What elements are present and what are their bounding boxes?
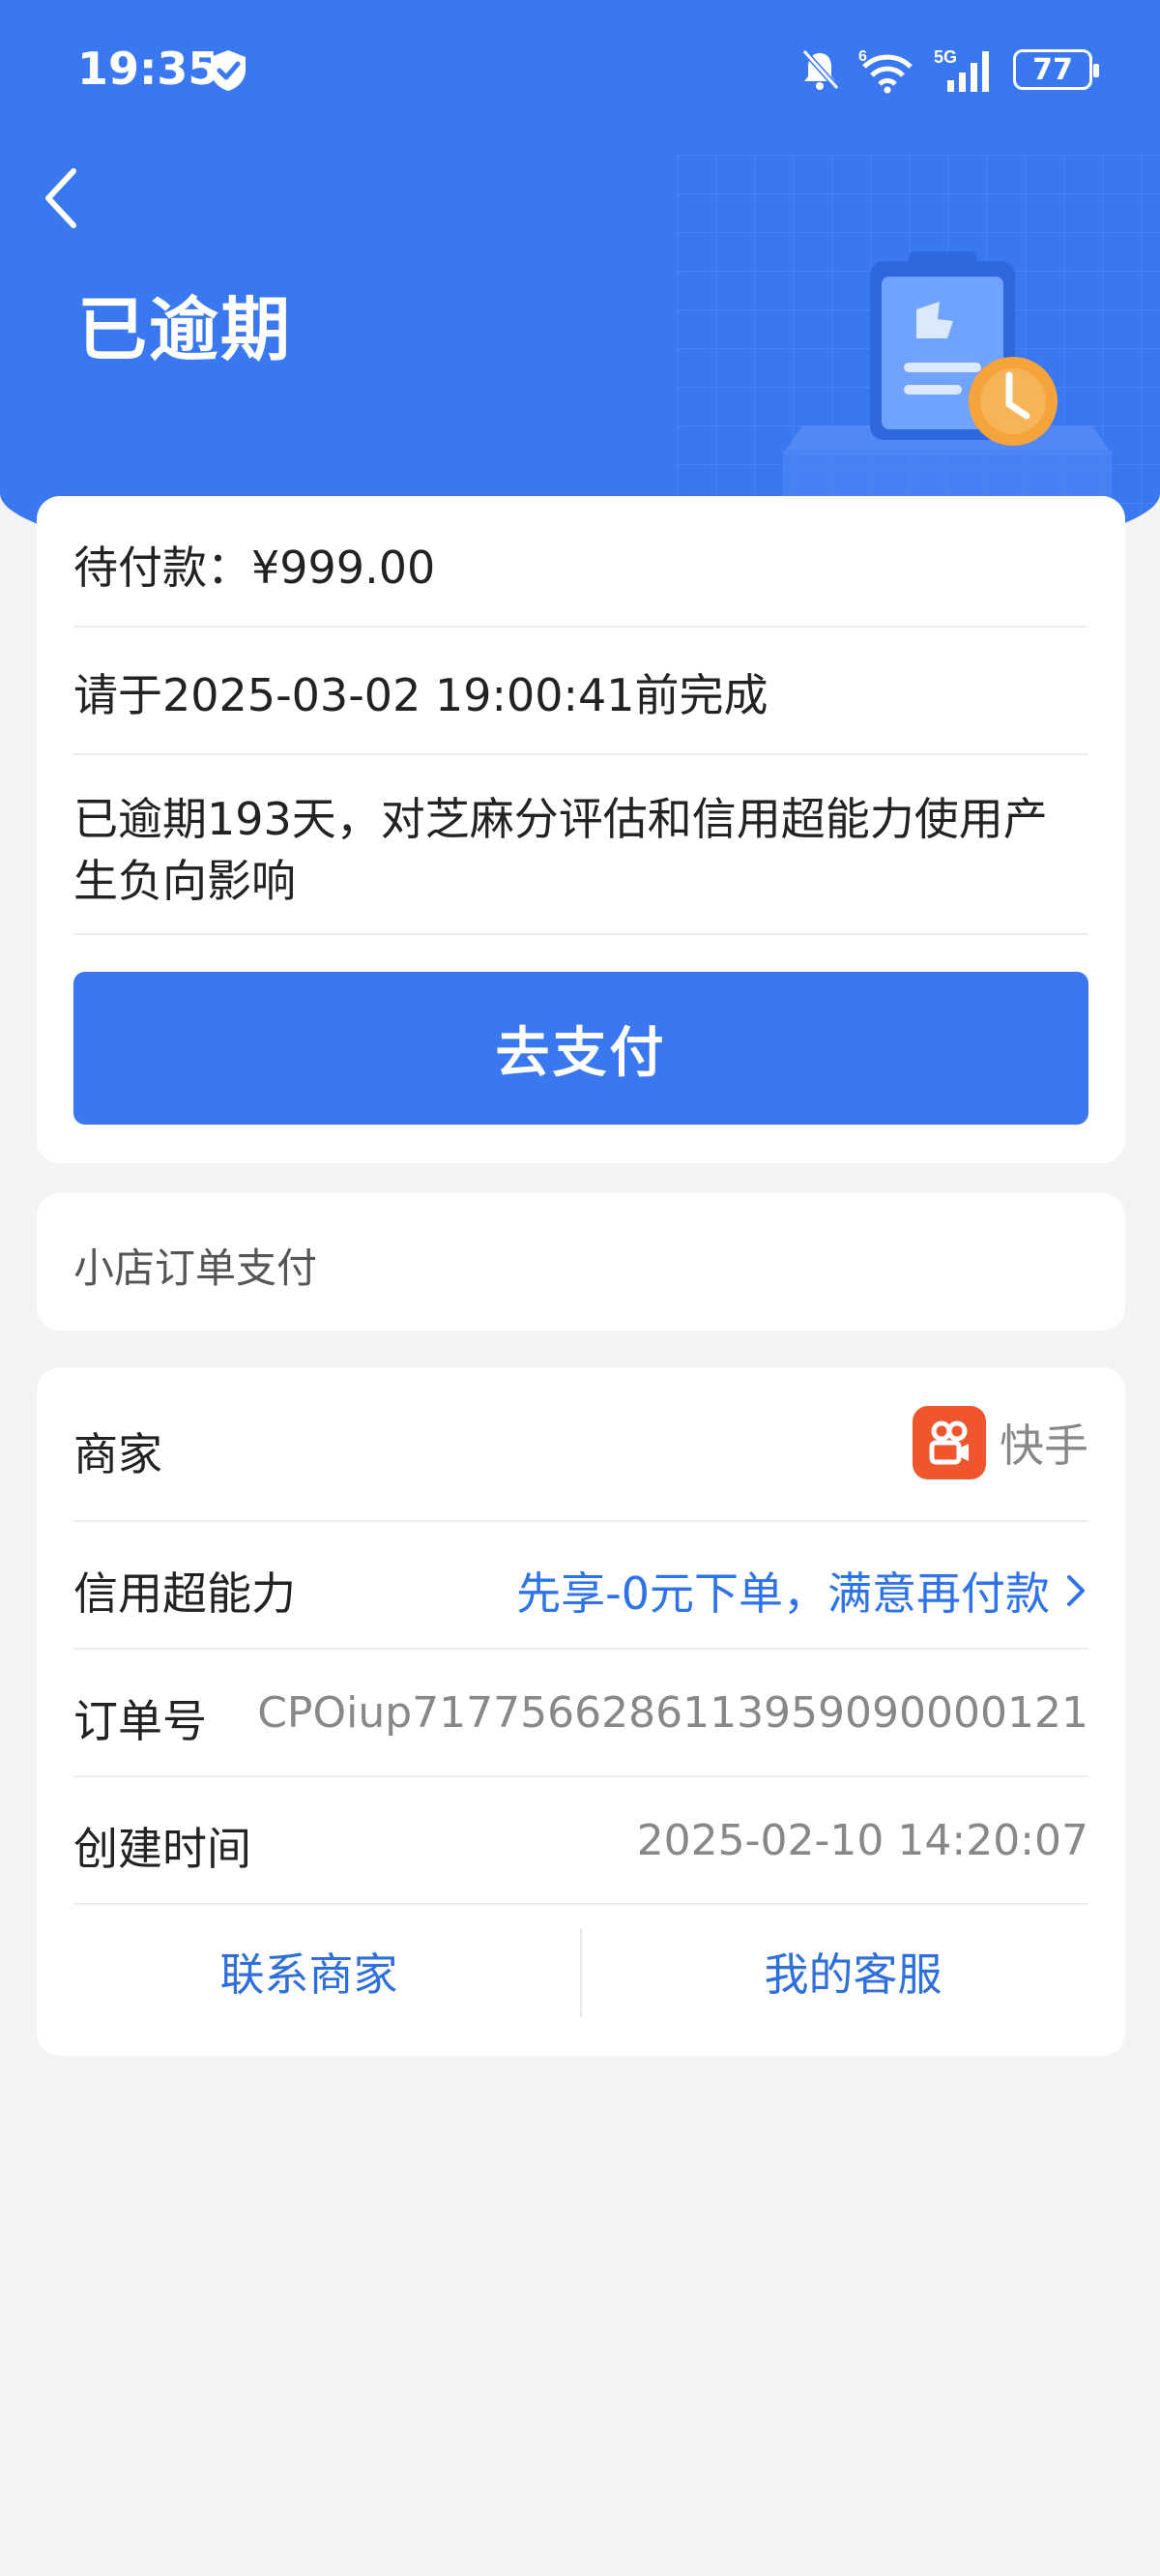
merchant-value[interactable]: 快手 <box>913 1406 1088 1479</box>
status-bar: 19:35 6 5G 77 <box>0 0 1160 145</box>
back-icon[interactable] <box>35 160 93 237</box>
chevron-right-icon <box>1067 1575 1085 1606</box>
overdue-text-line2: 生负向影响 <box>73 855 296 907</box>
status-icons: 6 5G 77 <box>798 43 1099 97</box>
order-no-value: CPOiup717756628611395909000012​1 <box>257 1688 1088 1738</box>
created-label: 创建时间 <box>73 1823 251 1875</box>
signal-icon: 5G <box>934 47 989 92</box>
credit-row: 信用超能力 先享-0元下单，满意再付款 <box>73 1522 1088 1650</box>
network-label: 5G <box>934 47 957 67</box>
status-time: 19:35 <box>77 43 219 95</box>
battery-level: 77 <box>1032 52 1073 87</box>
page-title: 已逾期 <box>77 289 293 370</box>
merchant-name: 快手 <box>1000 1420 1088 1472</box>
battery-icon: 77 <box>1013 49 1099 90</box>
contact-merchant-button[interactable]: 联系商家 <box>37 1909 581 2034</box>
wifi-icon: 6 <box>858 48 913 94</box>
credit-value: 先享-0元下单，满意再付款 <box>516 1567 1050 1620</box>
deadline-row: 请于2025-03-02 19:00:41前完成 <box>73 628 1088 755</box>
payment-card: 待付款：¥999.00 请于2025-03-02 19:00:41前完成 已逾期… <box>37 496 1125 1163</box>
pay-button[interactable]: 去支付 <box>73 972 1088 1125</box>
shield-icon <box>211 50 246 91</box>
order-details-card: 商家 快手 信用超能力 先享-0元下单，满意再付款 订单号 CPOiup7177… <box>37 1367 1125 2056</box>
deadline-text: 请于2025-03-02 19:00:41前完成 <box>73 669 768 721</box>
merchant-label: 商家 <box>73 1428 162 1480</box>
created-value: 2025-02-10 14:20:07 <box>636 1816 1088 1865</box>
overdue-row: 已逾期193天，对芝麻分评估和信用超能力使用产 生负向影响 <box>73 755 1088 935</box>
overdue-text-line1: 已逾期193天，对芝麻分评估和信用超能力使用产 <box>73 793 1048 845</box>
credit-label: 信用超能力 <box>73 1567 296 1620</box>
amount-label: 待付款：¥999.00 <box>73 542 436 594</box>
kuaishou-logo-icon <box>913 1406 986 1479</box>
bottom-actions: 联系商家 我的客服 <box>37 1909 1125 2034</box>
order-no-row: 订单号 CPOiup717756628611395909000012​1 <box>73 1650 1088 1777</box>
page: 19:35 6 5G 77 已逾期 待付款：¥999.00 请于2025-03-… <box>0 0 1160 2576</box>
merchant-row: 商家 快手 <box>73 1367 1088 1522</box>
amount-row: 待付款：¥999.00 <box>73 496 1088 628</box>
order-type-card: 小店订单支付 <box>37 1193 1125 1331</box>
my-service-button[interactable]: 我的客服 <box>581 1909 1125 2034</box>
created-row: 创建时间 2025-02-10 14:20:07 <box>73 1777 1088 1905</box>
mute-bell-icon <box>801 48 840 91</box>
credit-link[interactable]: 先享-0元下单，满意再付款 <box>516 1559 1088 1623</box>
header-banner: 19:35 6 5G 77 已逾期 <box>0 0 1160 580</box>
order-type-label: 小店订单支付 <box>73 1244 318 1292</box>
order-no-label: 订单号 <box>73 1695 207 1747</box>
